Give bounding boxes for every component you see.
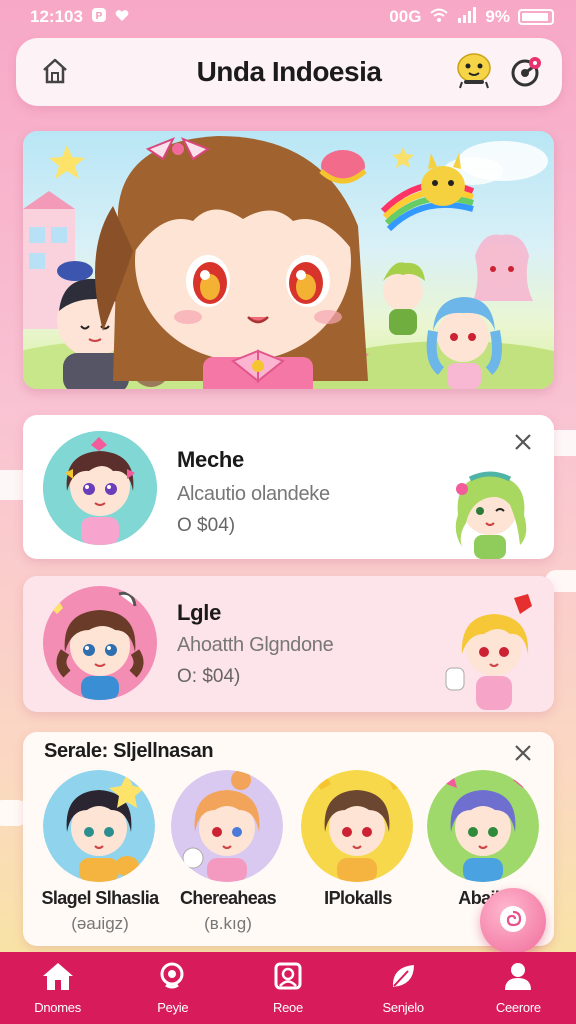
avatar [43, 586, 157, 700]
card-price: O: $04) [177, 666, 241, 687]
swirl-icon [496, 902, 530, 941]
frame-icon [273, 961, 303, 996]
nav-item-home[interactable]: Dnomes [8, 961, 108, 1015]
status-bar: 12:103 P 00G 9% [0, 0, 576, 34]
wifi-icon [429, 7, 449, 28]
home-icon [40, 56, 70, 91]
home-button[interactable] [38, 56, 72, 90]
character-tag: (əaɹigz) [71, 914, 129, 933]
featured-banner[interactable] [23, 131, 554, 389]
avatar [427, 770, 539, 882]
app-notification-icon: P [91, 7, 107, 28]
nav-item-leaf[interactable]: Senjelo [353, 961, 453, 1015]
card-subtitle: Ahoatth Glgndone [177, 634, 334, 656]
battery-icon [518, 9, 554, 25]
app-header: Unda Indoesia [16, 38, 562, 106]
nav-item-profile[interactable]: Ceerore [468, 961, 568, 1015]
character-item[interactable]: IPlokalls [293, 770, 423, 940]
card-price: O $04) [177, 515, 236, 536]
avatar [43, 431, 157, 545]
status-time: 12:103 [30, 7, 83, 26]
search-icon [158, 961, 188, 996]
avatar [301, 770, 413, 882]
notification-button[interactable] [508, 56, 544, 92]
character-name: Chereaheas [179, 888, 277, 908]
character-tag: (ʙ.kıg) [204, 914, 252, 933]
nav-item-frame[interactable]: Reoe [238, 961, 338, 1015]
character-item[interactable]: Chereaheas (ʙ.kıg) [163, 770, 293, 940]
character-illustration [440, 465, 540, 559]
character-card[interactable]: Lgle Ahoatth Glgndone O: $04) [23, 576, 554, 712]
floating-action-button[interactable] [480, 888, 546, 954]
character-card[interactable]: Meche Alcautio olandeke O $04) [23, 415, 554, 559]
nav-label: Ceerore [495, 1000, 541, 1015]
svg-text:P: P [96, 11, 103, 22]
card-title: Lgle [177, 600, 222, 625]
leaf-icon [388, 961, 418, 996]
home-icon [41, 961, 75, 996]
character-illustration [444, 592, 544, 712]
close-icon [513, 432, 533, 457]
character-name: Slagel Slhaslia [41, 888, 159, 908]
character-item[interactable]: Slagel Slhaslia (əaɹigz) [35, 770, 165, 940]
battery-percent: 9% [485, 7, 510, 26]
anime-banner-illustration [23, 136, 554, 389]
heart-icon [115, 7, 129, 27]
avatar [171, 770, 283, 882]
avatar [43, 770, 155, 882]
character-name: IPlokalls [324, 888, 392, 908]
close-button[interactable] [510, 431, 536, 457]
notification-icon [509, 55, 543, 94]
card-subtitle: Alcautio olandeke [177, 483, 330, 505]
close-button[interactable] [510, 742, 536, 768]
profile-icon [503, 961, 533, 996]
nav-label: Peyie [157, 1000, 189, 1015]
bottom-navigation: Dnomes Peyie Reoe Senjelo Ceerore [0, 952, 576, 1024]
page-title: Unda Indoesia [196, 56, 382, 87]
nav-label: Dnomes [34, 1000, 81, 1015]
close-icon [513, 743, 533, 768]
nav-label: Reoe [273, 1000, 303, 1015]
card-title: Meche [177, 447, 244, 472]
nav-label: Senjelo [382, 1000, 425, 1015]
nav-item-search[interactable]: Peyie [123, 961, 223, 1015]
status-network-text: 00G [389, 7, 422, 26]
mascot-icon [454, 48, 494, 97]
signal-icon [457, 6, 477, 28]
mascot-button[interactable] [454, 50, 494, 94]
section-title: Serale: Sljellnasan [44, 740, 214, 762]
characters-section: Serale: Sljellnasan Slagel Slhaslia (əaɹ… [23, 732, 554, 946]
